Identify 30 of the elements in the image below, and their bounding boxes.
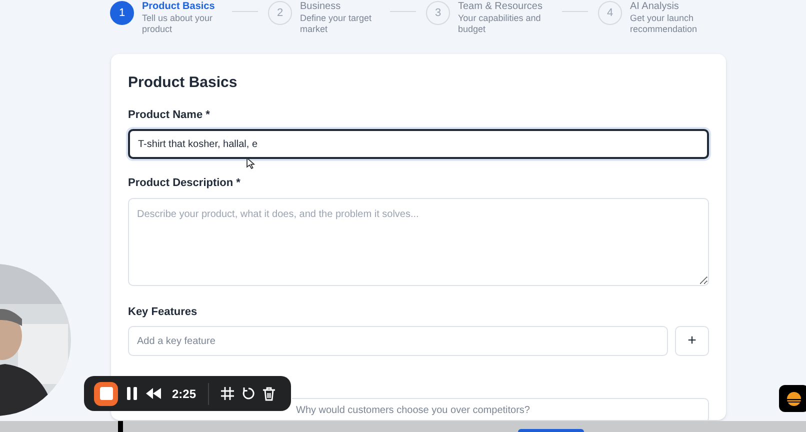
rewind-icon[interactable] <box>146 388 162 399</box>
trash-icon[interactable] <box>263 386 276 400</box>
step-subtitle: Tell us about your product <box>142 13 214 35</box>
step-title[interactable]: AI Analysis <box>630 1 710 13</box>
field-label: Key Features <box>128 304 198 320</box>
field-label: Product Name * <box>128 108 211 122</box>
step-subtitle: Your capabilities and budget <box>458 13 542 35</box>
step-number: 4 <box>598 1 622 25</box>
pause-icon[interactable] <box>126 387 138 400</box>
add-button[interactable]: + <box>675 326 709 356</box>
app-icon[interactable] <box>779 385 806 412</box>
stop-button[interactable] <box>94 382 118 406</box>
pointer-icon <box>246 157 255 169</box>
step-title[interactable]: Product Basics <box>142 1 222 13</box>
step-subtitle: Define your target market <box>300 13 373 35</box>
step-number: 2 <box>268 1 292 25</box>
step-subtitle: Get your launch recommendation <box>630 13 698 35</box>
step-title[interactable]: Team & Resources <box>458 1 552 13</box>
grid-icon[interactable] <box>221 387 234 400</box>
product-name-field[interactable]: T-shirt that kosher, hallal, e <box>128 129 709 159</box>
input-field[interactable]: Why would customers choose you over competitors? <box>292 398 709 423</box>
card-title: Product Basics <box>128 73 238 93</box>
step-title[interactable]: Business <box>300 1 380 13</box>
recording-time: 2:25 <box>172 386 196 402</box>
feature-field[interactable]: Add a key feature <box>128 326 668 356</box>
step-number: 1 <box>110 1 134 25</box>
restart-icon[interactable] <box>242 387 256 400</box>
description-field[interactable]: Describe your product, what it does, and the problem it solves... <box>128 198 709 286</box>
field-label: Product Description * <box>128 176 242 191</box>
step-number: 3 <box>426 1 450 25</box>
